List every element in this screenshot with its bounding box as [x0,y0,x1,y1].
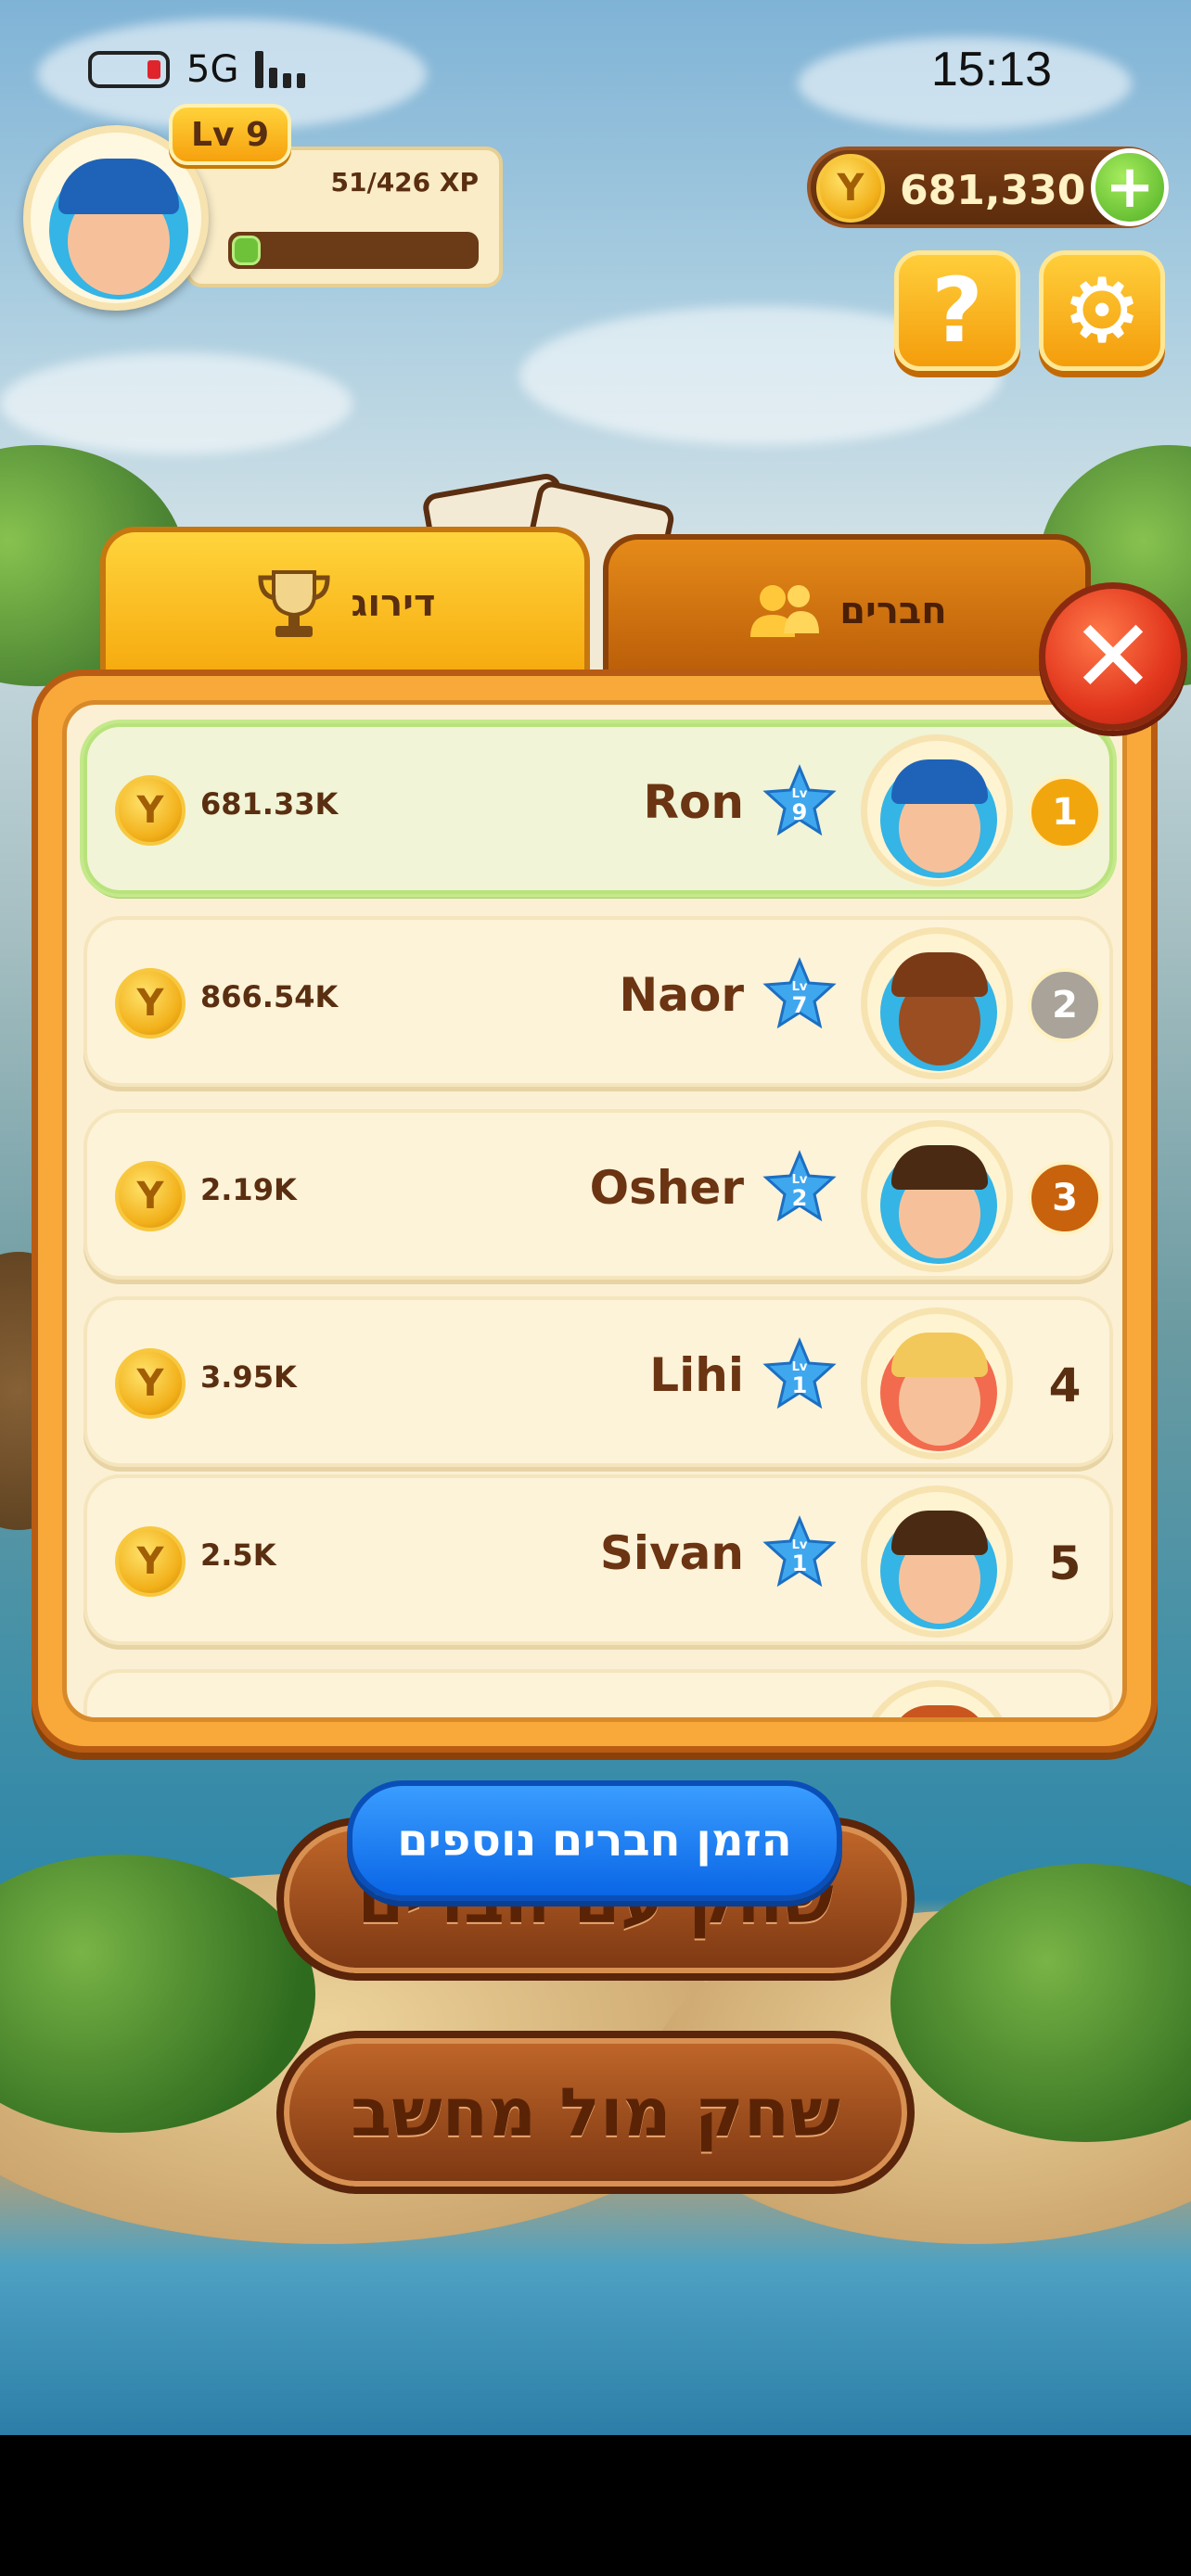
leaderboard-panel: Y 681.33K Ron Lv 9 1Y 866.54K Naor Lv 7 [32,670,1158,1753]
invite-friends-label: הזמן חברים נוספים [397,1815,792,1867]
xp-progress-bar [228,232,479,269]
level-star-icon: Lv 9 [762,764,837,836]
leaderboard-row[interactable]: Y 866.54K Naor Lv 7 2 [83,916,1113,1087]
leaderboard-row[interactable]: Y 2.5K Sivan Lv 1 5 [83,1474,1113,1645]
xp-text: 51/426 XP [330,167,480,198]
coin-icon: Y [115,1161,186,1231]
player-level: 2 [792,1185,808,1211]
coin-icon: Y [816,154,885,223]
add-coins-button[interactable]: + [1091,148,1169,226]
invite-friends-button[interactable]: הזמן חברים נוספים [347,1780,842,1901]
trophy-icon [257,570,330,637]
player-score: 866.54K [200,979,339,1014]
player-name: Ron [643,775,744,829]
player-name: Osher [589,1161,744,1215]
player-level: 9 [792,799,808,825]
player-name: Sivan [599,1526,744,1580]
coin-icon: Y [115,775,186,846]
battery-icon [88,51,170,88]
signal-icon [255,51,306,88]
tab-ranking[interactable]: דירוג [100,527,590,675]
player-rank: 1 [1052,791,1078,834]
player-rank: 3 [1052,1177,1078,1219]
help-button[interactable]: ? [894,250,1020,371]
tab-ranking-label: דירוג [351,582,436,625]
player-avatar[interactable] [861,1680,1013,1717]
rank-medal-icon: 1 [1028,775,1102,849]
player-avatar[interactable] [861,1120,1013,1272]
level-star-icon: Lv 7 [762,957,837,1029]
tab-friends[interactable]: חברים [603,534,1091,682]
coin-icon: Y [115,968,186,1039]
gear-icon: ⚙ [1061,259,1143,363]
xp-progress-fill [232,236,261,265]
close-button[interactable]: ✕ [1039,582,1187,731]
level-star-icon: Lv 1 [762,1515,837,1588]
player-score: 2.19K [200,1172,297,1207]
leaderboard-row[interactable]: Y 2.19K Osher Lv 2 3 [83,1109,1113,1280]
player-avatar[interactable] [861,734,1013,886]
player-name: Naor [619,968,744,1022]
player-level: 7 [792,992,808,1018]
level-badge: Lv 9 [169,104,291,165]
player-score: 3.95K [200,1359,297,1395]
coin-balance: Y 681,330 + [807,147,1169,228]
play-vs-computer-button[interactable]: שחק מול מחשב [276,2031,915,2194]
player-rank: 4 [1048,1358,1082,1412]
player-rank: 2 [1052,984,1078,1027]
player-rank: 5 [1048,1537,1082,1590]
coin-icon: Y [115,1348,186,1419]
question-icon: ? [931,259,983,363]
xp-panel: 51/426 XP [186,147,503,287]
player-avatar[interactable] [861,1486,1013,1638]
close-icon: ✕ [1069,597,1157,716]
player-score: 2.5K [200,1537,276,1573]
player-level: 1 [792,1550,808,1576]
settings-button[interactable]: ⚙ [1039,250,1165,371]
level-star-icon: Lv 1 [762,1337,837,1409]
clock: 15:13 [930,43,1052,96]
play-vs-computer-label: שחק מול מחשב [351,2073,840,2151]
player-score: 681.33K [200,786,339,822]
leaderboard-row[interactable]: Y 681.33K Ron Lv 9 1 [83,723,1113,894]
network-label: 5G [186,48,239,91]
status-bar-left: 5G [88,42,306,97]
game-background: 5G 15:13 51/426 XP Lv 9 Y 681,330 + ? ⚙ … [0,0,1191,2435]
player-avatar[interactable] [861,927,1013,1079]
tab-friends-label: חברים [839,590,947,632]
leaderboard-list[interactable]: Y 681.33K Ron Lv 9 1Y 866.54K Naor Lv 7 [62,700,1127,1722]
player-name: Lihi [649,1348,744,1402]
leaderboard-row[interactable]: Y 3.95K Lihi Lv 1 4 [83,1296,1113,1467]
rank-medal-icon: 3 [1028,1161,1102,1235]
player-level: 1 [792,1372,808,1398]
rank-medal-icon: 2 [1028,968,1102,1042]
coin-amount: 681,330 [900,167,1086,214]
leaderboard-row[interactable] [83,1669,1113,1717]
friends-icon [750,585,820,637]
player-avatar[interactable] [861,1307,1013,1460]
coin-icon: Y [115,1526,186,1597]
level-star-icon: Lv 2 [762,1150,837,1222]
